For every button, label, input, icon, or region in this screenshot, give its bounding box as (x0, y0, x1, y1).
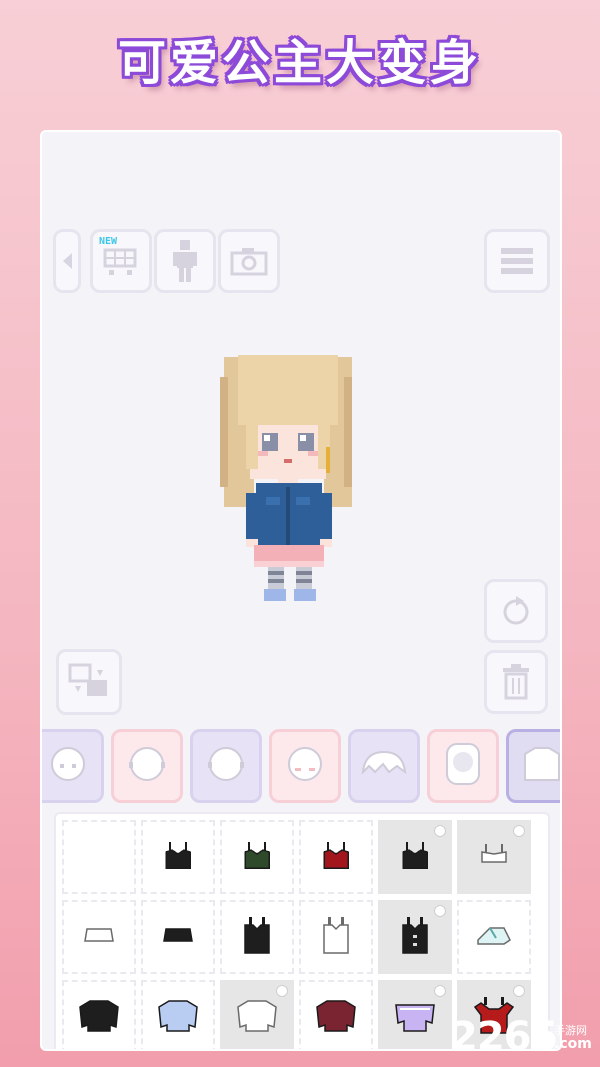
item-slot[interactable] (62, 980, 136, 1049)
item-slot[interactable] (378, 820, 452, 894)
item-slot[interactable] (141, 900, 215, 974)
tank-icon (239, 915, 275, 959)
new-badge: NEW (99, 236, 118, 247)
earring (326, 447, 330, 473)
item-slot[interactable] (220, 980, 294, 1049)
category-tab-face-2[interactable] (111, 729, 183, 803)
back-hair-icon (441, 740, 485, 792)
sweater-icon (155, 997, 201, 1037)
rotate-icon (503, 596, 529, 625)
character-avatar[interactable] (220, 347, 352, 602)
shop-button[interactable]: NEW (90, 229, 152, 293)
sock-left (268, 567, 284, 589)
swap-layers-button[interactable] (56, 649, 122, 715)
camisole-icon (397, 840, 433, 874)
item-slot[interactable] (299, 900, 373, 974)
category-tabs (42, 729, 560, 805)
lock-icon (434, 825, 446, 837)
shoe-left (264, 589, 286, 601)
item-slot[interactable] (62, 820, 136, 894)
face-outline-icon (125, 742, 169, 790)
item-slot[interactable] (457, 820, 531, 894)
lock-icon (513, 985, 525, 997)
item-slot[interactable] (299, 820, 373, 894)
item-slot[interactable] (141, 980, 215, 1049)
watermark: 2265 手游网 .com (450, 1010, 600, 1060)
cart-icon (103, 248, 137, 275)
wrap-top-icon (474, 922, 514, 952)
lock-icon (434, 905, 446, 917)
camisole-icon (318, 840, 354, 874)
lock-icon (434, 985, 446, 997)
item-slot[interactable] (62, 900, 136, 974)
rotate-button[interactable] (484, 579, 548, 643)
camera-icon (230, 248, 268, 276)
category-tab-face-4[interactable] (269, 729, 341, 803)
camera-button[interactable] (218, 229, 280, 293)
item-slot[interactable] (220, 820, 294, 894)
body-button[interactable] (154, 229, 216, 293)
sweater-icon (313, 997, 359, 1037)
top-icon (519, 744, 560, 788)
menu-button[interactable] (484, 229, 550, 293)
face-icon (46, 742, 90, 790)
sock-right (296, 567, 312, 589)
watermark-site: .com (554, 1036, 592, 1052)
item-slot[interactable] (141, 820, 215, 894)
item-slot[interactable] (378, 980, 452, 1049)
shoe-right (294, 589, 316, 601)
watermark-number: 2265 (450, 1014, 558, 1060)
category-tab-face-1[interactable] (42, 729, 104, 803)
left-triangle-icon (63, 253, 72, 269)
category-tab-bangs[interactable] (348, 729, 420, 803)
category-tab-tops[interactable] (506, 729, 560, 803)
trash-icon (503, 664, 529, 700)
lock-icon (513, 825, 525, 837)
hamburger-icon (501, 248, 533, 274)
offshoulder-icon (392, 997, 438, 1037)
banner-title: 可爱公主大变身 (117, 35, 482, 91)
face-blush-icon (283, 742, 327, 790)
delete-button[interactable] (484, 650, 548, 714)
sweater-icon (76, 997, 122, 1037)
swap-layers-icon (68, 663, 107, 696)
item-slot[interactable] (299, 980, 373, 1049)
tank-icon (318, 915, 354, 959)
item-slot[interactable] (378, 900, 452, 974)
crop-top-icon (81, 925, 117, 949)
back-button[interactable] (53, 229, 81, 293)
item-slot[interactable] (220, 900, 294, 974)
banner: 可爱公主大变身 (0, 18, 600, 98)
sweater-icon (234, 997, 280, 1037)
lock-icon (276, 985, 288, 997)
crop-top-icon (160, 925, 196, 949)
face-outline-icon (204, 742, 248, 790)
camisole-icon (160, 840, 196, 874)
bangs (246, 395, 330, 425)
item-slot[interactable] (457, 900, 531, 974)
bangs-icon (359, 744, 409, 788)
game-screen: NEW (40, 130, 562, 1051)
category-tab-face-3[interactable] (190, 729, 262, 803)
mouth (284, 459, 292, 463)
camisole-icon (239, 840, 275, 874)
category-tab-back-hair[interactable] (427, 729, 499, 803)
button-tank-icon (397, 915, 433, 959)
bralette-icon (476, 842, 512, 872)
person-icon (173, 240, 197, 282)
